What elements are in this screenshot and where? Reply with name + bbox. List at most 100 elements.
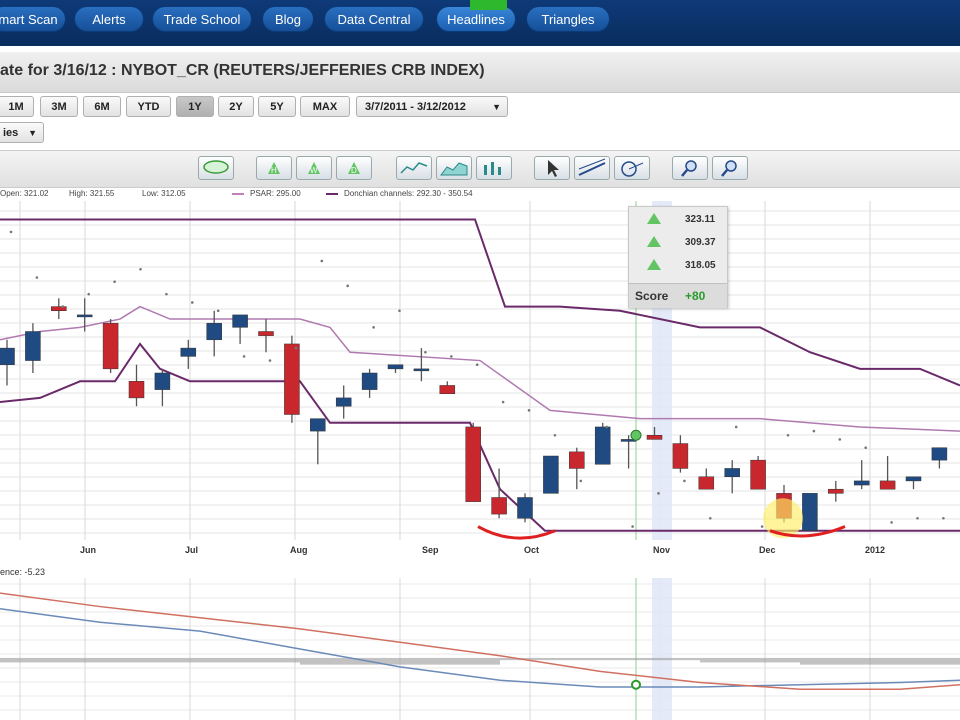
candle <box>361 372 378 390</box>
histogram-bar <box>0 657 100 663</box>
candle <box>51 306 67 311</box>
date-range-dropdown[interactable]: 3/7/2011 - 3/12/2012 ▼ <box>356 96 508 117</box>
speech-bubble-icon <box>203 160 229 174</box>
zoom-out-button[interactable] <box>712 156 748 180</box>
x-tick-label: Aug <box>290 545 308 555</box>
psar-dot <box>216 309 220 313</box>
trendline-icon <box>578 158 606 176</box>
psar-dot <box>87 292 90 296</box>
nav-alerts[interactable]: Alerts <box>74 6 144 32</box>
psar-dot <box>191 301 194 304</box>
zoom-out-icon <box>721 160 737 177</box>
candle <box>543 455 559 494</box>
highlight-band <box>652 578 672 720</box>
nav-data-central[interactable]: Data Central <box>324 6 424 32</box>
indicator-line-0 <box>0 608 960 688</box>
range-6m-button[interactable]: 6M <box>83 96 121 117</box>
candle <box>25 331 41 361</box>
candle <box>232 314 248 328</box>
range-5y-button[interactable]: 5Y <box>258 96 296 117</box>
psar-dot <box>760 525 764 528</box>
triangle-up-icon <box>647 213 661 224</box>
bar-chart-button[interactable] <box>476 156 512 180</box>
fibonacci-tool-button[interactable] <box>614 156 650 180</box>
range-2y-button[interactable]: 2Y <box>218 96 254 117</box>
candle <box>672 443 689 469</box>
candle <box>102 322 119 370</box>
zoom-in-icon <box>681 160 697 177</box>
score-total-row: Score +80 <box>629 283 727 308</box>
score-row: 309.37 <box>629 232 727 254</box>
low-value: Low: 312.05 <box>142 189 186 198</box>
indicator-chart[interactable] <box>0 578 960 720</box>
triangle-up-icon <box>647 236 661 247</box>
range-3m-button[interactable]: 3M <box>40 96 78 117</box>
title-bar: ate for 3/16/12 : NYBOT_CR (REUTERS/JEFF… <box>0 52 960 93</box>
candle <box>284 343 300 415</box>
psar-dot <box>139 267 142 271</box>
candle <box>413 368 430 372</box>
h-pattern-icon: H <box>268 162 280 175</box>
signal-marker <box>630 429 642 441</box>
score-value-2: 309.37 <box>685 237 716 248</box>
psar-dot <box>527 409 531 412</box>
psar-dot <box>346 284 350 288</box>
nav-trade-school[interactable]: Trade School <box>152 6 252 32</box>
x-tick-label: Jul <box>185 545 199 555</box>
nav-triangles[interactable]: Triangles <box>526 6 610 32</box>
price-chart[interactable] <box>0 201 960 540</box>
psar-dot <box>605 425 608 429</box>
range-max-button[interactable]: MAX <box>300 96 350 117</box>
chevron-down-icon: ▼ <box>28 128 37 138</box>
psar-dot <box>734 425 738 429</box>
candle <box>335 397 352 407</box>
zoom-in-button[interactable] <box>672 156 708 180</box>
pattern-h-button[interactable]: H <box>256 156 292 180</box>
comment-tool-button[interactable] <box>198 156 234 180</box>
bar-chart-icon <box>484 162 501 175</box>
candle <box>310 418 326 432</box>
psar-dot <box>838 438 842 441</box>
psar-dot <box>916 516 919 520</box>
nav-smart-scan[interactable]: mart Scan <box>0 6 66 32</box>
psar-dot <box>864 446 867 449</box>
chart-toolbar: H W D <box>0 150 960 188</box>
line-chart-button[interactable] <box>396 156 432 180</box>
candle <box>180 347 197 357</box>
psar-dot <box>890 521 893 524</box>
psar-dot <box>268 359 272 362</box>
range-1m-button[interactable]: 1M <box>0 96 34 117</box>
range-ytd-button[interactable]: YTD <box>126 96 171 117</box>
histogram-bar <box>800 657 900 665</box>
psar-legend-swatch <box>232 193 244 195</box>
candle <box>724 468 740 478</box>
score-total-value: +80 <box>685 289 706 303</box>
psar-dot <box>320 259 324 263</box>
candle <box>594 426 611 465</box>
candle <box>128 381 145 399</box>
psar-dot <box>165 292 168 296</box>
candle <box>491 497 507 515</box>
candle <box>698 476 715 490</box>
psar-dot <box>9 230 13 234</box>
pattern-w-button[interactable]: W <box>296 156 332 180</box>
svg-text:W: W <box>310 166 318 175</box>
indicator-label: ence: -5.23 <box>0 567 46 577</box>
nav-blog[interactable]: Blog <box>262 6 314 32</box>
trendline-tool-button[interactable] <box>574 156 610 180</box>
range-1y-button[interactable]: 1Y <box>176 96 214 117</box>
candle <box>750 459 766 490</box>
series-dropdown[interactable]: ies ▼ <box>0 122 44 143</box>
donchian-mid-line <box>0 305 960 432</box>
x-axis: Jun Jul Aug Sep Oct Nov Dec 2012 <box>0 540 960 558</box>
page-title: ate for 3/16/12 : NYBOT_CR (REUTERS/JEFF… <box>0 62 485 79</box>
new-badge <box>470 0 507 10</box>
psar-dot <box>631 525 634 528</box>
candle <box>569 451 585 469</box>
pattern-d-button[interactable]: D <box>336 156 372 180</box>
area-chart-button[interactable] <box>436 156 472 180</box>
indicator-line-1 <box>0 592 960 690</box>
pointer-tool-button[interactable] <box>534 156 570 180</box>
high-value: High: 321.55 <box>69 189 115 198</box>
area-chart-icon <box>440 162 468 176</box>
